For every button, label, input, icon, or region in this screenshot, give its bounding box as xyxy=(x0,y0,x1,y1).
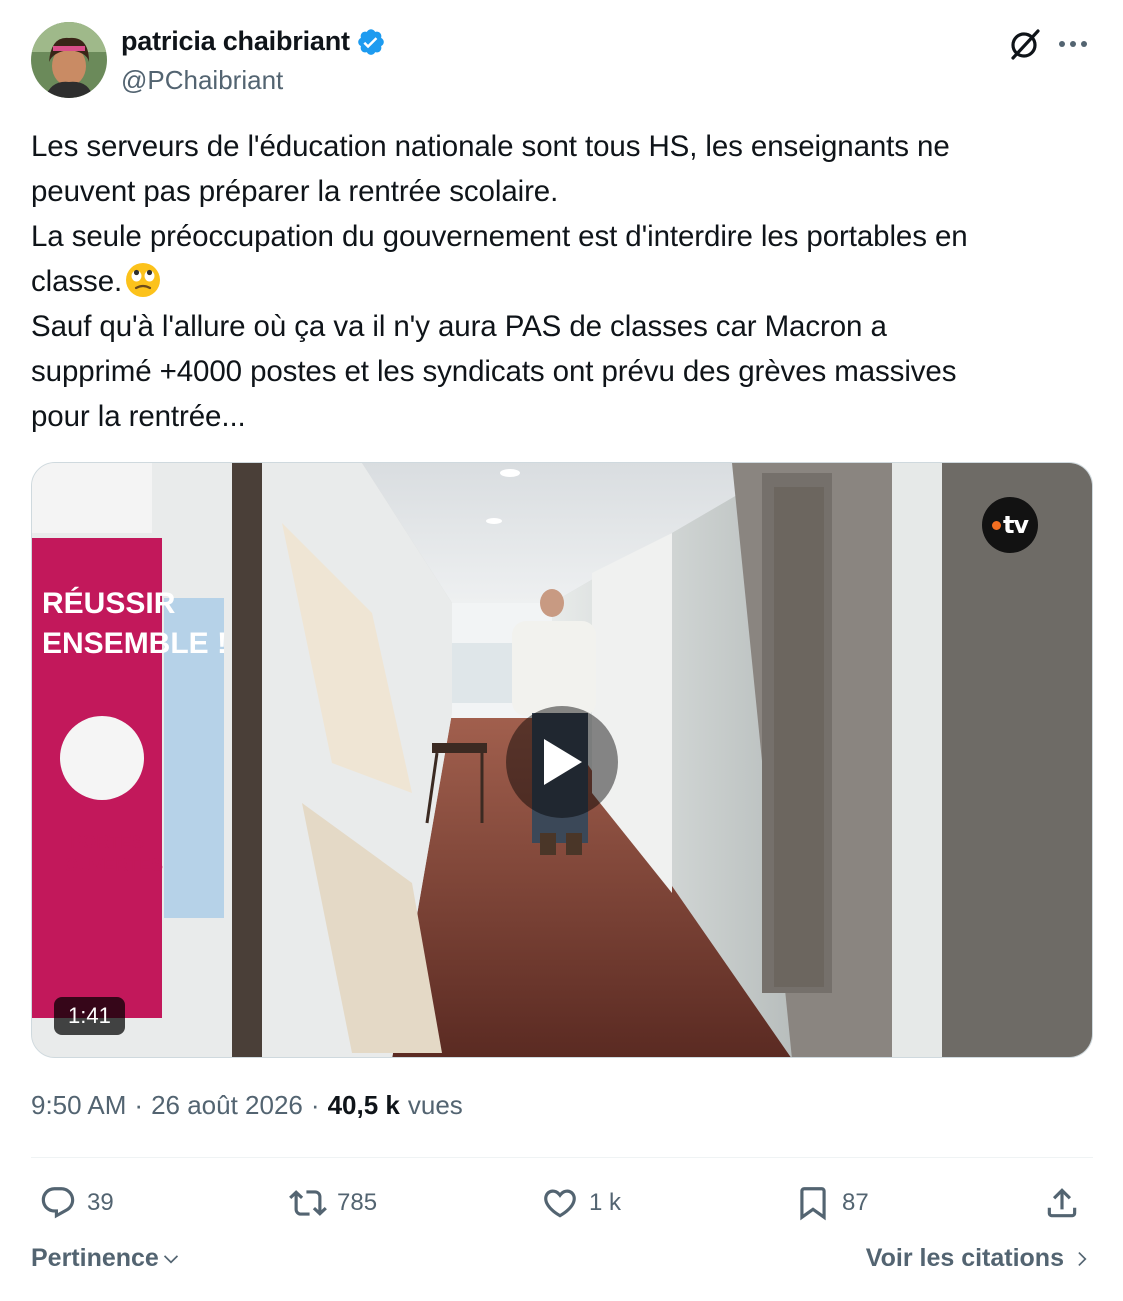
more-options-icon[interactable] xyxy=(1053,24,1093,64)
repost-count: 785 xyxy=(337,1189,378,1216)
grok-icon[interactable] xyxy=(1005,24,1045,64)
tweet-line: classe. xyxy=(31,265,123,298)
tweet-line: supprimé +4000 postes et les syndicats o… xyxy=(31,355,957,388)
handle[interactable]: @PChaibriant xyxy=(121,65,283,96)
reply-count: 39 xyxy=(87,1189,114,1216)
poster-text: RÉUSSIR xyxy=(42,586,176,620)
chevron-right-icon xyxy=(1078,1251,1087,1266)
tweet-text: Les serveurs de l'éducation nationale so… xyxy=(31,124,1101,439)
logo-dot xyxy=(991,520,1001,530)
meta-separator: · xyxy=(310,1090,320,1120)
tweet-line: pour la rentrée... xyxy=(31,400,246,433)
verified-badge-icon[interactable] xyxy=(356,27,386,57)
channel-logo-text: tv xyxy=(1002,511,1029,539)
reply-button[interactable]: 39 xyxy=(39,1175,114,1231)
views-count: 40,5 k xyxy=(327,1090,400,1120)
repost-button[interactable]: 785 xyxy=(289,1175,377,1231)
tweet-line: La seule préoccupation du gouvernement e… xyxy=(31,220,968,253)
poster-text: PORTES xyxy=(70,832,144,852)
sort-dropdown[interactable]: Pertinence xyxy=(31,1244,181,1273)
quotes-label: Voir les citations xyxy=(865,1244,1064,1272)
tweet-line: peuvent pas préparer la rentrée scolaire… xyxy=(31,175,559,208)
heart-icon xyxy=(544,1189,576,1218)
channel-logo: tv xyxy=(982,497,1038,553)
video-player[interactable]: RÉUSSIR ENSEMBLE ! PORTES OUVERTES tv 1:… xyxy=(31,462,1093,1058)
video-duration: 1:41 xyxy=(54,997,125,1035)
tweet-line: Les serveurs de l'éducation nationale so… xyxy=(31,130,950,163)
avatar[interactable] xyxy=(31,22,107,98)
share-icon xyxy=(1047,1188,1077,1218)
share-button[interactable] xyxy=(1043,1175,1081,1231)
tweet-meta: 9:50 AM · 26 août 2026 · 40,5 k vues xyxy=(31,1090,463,1121)
bookmark-count: 87 xyxy=(842,1189,869,1216)
bookmark-icon xyxy=(800,1187,826,1221)
like-button[interactable]: 1 k xyxy=(541,1175,621,1231)
meta-separator: · xyxy=(134,1090,144,1120)
divider xyxy=(31,1157,1093,1158)
play-button[interactable] xyxy=(506,706,618,818)
views-label: vues xyxy=(407,1090,463,1120)
chevron-down-icon xyxy=(163,1254,178,1264)
sort-label: Pertinence xyxy=(31,1244,159,1272)
name-row: patricia chaibriant xyxy=(121,26,386,57)
repost-icon xyxy=(289,1190,327,1216)
poster-text: OUVERTES xyxy=(64,855,163,875)
face-with-rolling-eyes-icon xyxy=(124,261,162,299)
tweet-line: Sauf qu'à l'allure où ça va il n'y aura … xyxy=(31,310,887,343)
bookmark-button[interactable]: 87 xyxy=(794,1175,869,1231)
tweet-time[interactable]: 9:50 AM xyxy=(31,1090,126,1121)
poster-text: ENSEMBLE ! xyxy=(42,627,227,660)
play-icon xyxy=(544,739,582,785)
view-quotes-link[interactable]: Voir les citations xyxy=(866,1244,1092,1273)
tweet-header: patricia chaibriant @PChaibriant xyxy=(31,22,1093,102)
action-bar: 39 785 1 k 87 xyxy=(31,1175,1093,1231)
tweet-date[interactable]: 26 août 2026 xyxy=(151,1090,303,1121)
display-name[interactable]: patricia chaibriant xyxy=(121,26,350,57)
reply-icon xyxy=(41,1187,75,1219)
like-count: 1 k xyxy=(589,1189,622,1216)
